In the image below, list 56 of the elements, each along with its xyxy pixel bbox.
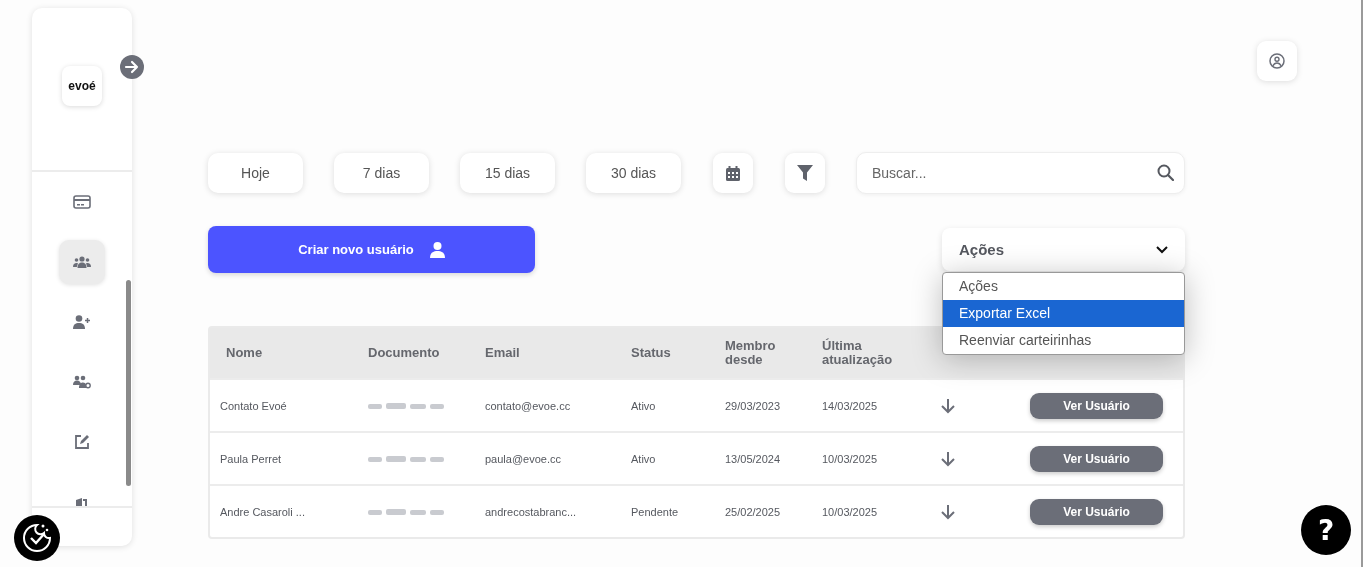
logo[interactable]: evoé	[62, 66, 102, 106]
create-user-button[interactable]: Criar novo usuário	[208, 226, 535, 273]
download-arrow-icon[interactable]	[940, 503, 956, 520]
calendar-button[interactable]	[713, 153, 753, 193]
calendar-icon	[726, 165, 740, 181]
table-cell-text: Pendente	[631, 505, 680, 518]
filter-icon	[797, 165, 813, 181]
edit-icon	[74, 434, 90, 450]
table-cell-text: 10/03/2025	[822, 505, 879, 518]
period-button[interactable]: 15 dias	[460, 153, 555, 193]
cookie-consent-icon[interactable]	[14, 515, 60, 561]
table-cell-text: Contato Evoé	[219, 399, 288, 412]
column-header: Última atualização	[822, 339, 894, 367]
column-header: Email	[485, 346, 521, 360]
filter-button[interactable]	[785, 153, 825, 193]
help-button[interactable]: ?	[1301, 505, 1351, 555]
door-icon	[74, 498, 90, 506]
users-icon	[73, 256, 91, 268]
actions-select[interactable]: Ações	[942, 228, 1185, 271]
chevron-down-icon	[1156, 245, 1168, 254]
download-arrow-icon[interactable]	[940, 450, 956, 467]
user-circle-icon	[1269, 53, 1285, 69]
view-user-button[interactable]: Ver Usuário	[1030, 445, 1163, 472]
table-cell-text: andrecostabranc...	[485, 505, 578, 518]
table-cell-text: Andre Casaroli ...	[219, 505, 306, 518]
add-user-icon	[73, 315, 91, 329]
profile-button[interactable]	[1257, 41, 1297, 81]
period-button[interactable]: 30 dias	[586, 153, 681, 193]
table-cell-text: 14/03/2025	[822, 399, 879, 412]
download-arrow-icon[interactable]	[940, 397, 956, 414]
view-user-button[interactable]: Ver Usuário	[1030, 392, 1163, 419]
table-cell-text: paula@evoe.cc	[485, 452, 562, 465]
table-cell-text: Paula Perret	[219, 452, 283, 465]
credit-card-icon	[73, 195, 91, 209]
column-header: Status	[631, 346, 672, 360]
column-header: Membro desde	[725, 339, 777, 367]
search-icon[interactable]	[1157, 164, 1174, 181]
table-cell-text: 13/05/2024	[725, 452, 782, 465]
table-cell-text: Ativo	[631, 452, 657, 465]
dropdown-option[interactable]: Ações	[943, 273, 1184, 300]
dropdown-option[interactable]: Reenviar carteirinhas	[943, 327, 1184, 354]
table-cell-text: contato@evoe.cc	[485, 399, 572, 412]
view-user-button[interactable]: Ver Usuário	[1030, 498, 1163, 525]
users-settings-icon	[73, 375, 91, 389]
table-cell-text: Ativo	[631, 399, 657, 412]
table-cell-text: 29/03/2023	[725, 399, 782, 412]
search-field[interactable]: Buscar...	[856, 152, 1185, 194]
dropdown-option[interactable]: Exportar Excel	[943, 300, 1184, 327]
table-cell-text: 10/03/2025	[822, 452, 879, 465]
period-button[interactable]: 7 dias	[334, 153, 429, 193]
sidebar-item[interactable]	[59, 240, 105, 284]
user-icon	[429, 241, 445, 258]
table-cell-text: 25/02/2025	[725, 505, 782, 518]
period-button[interactable]: Hoje	[208, 153, 303, 193]
column-header: Documento	[368, 346, 441, 360]
column-header: Nome	[225, 346, 264, 360]
